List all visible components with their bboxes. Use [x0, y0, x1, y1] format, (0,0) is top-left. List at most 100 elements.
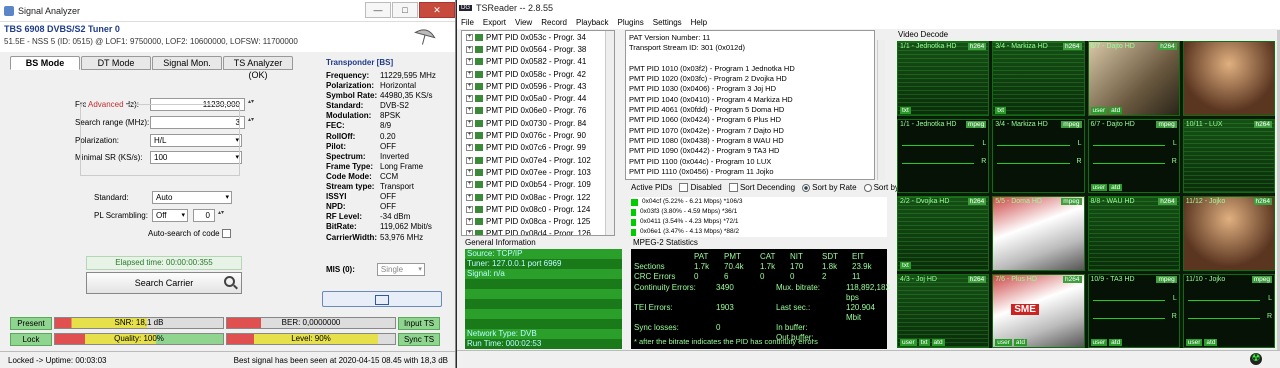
video-thumbnail[interactable]: 4/3 - Joj HD h264 user txt atd: [897, 273, 990, 348]
pid-tree-item[interactable]: + PMT PID 0x08ac - Progr. 122: [462, 191, 614, 203]
menu-view[interactable]: View: [515, 18, 532, 27]
menu-help[interactable]: Help: [691, 18, 707, 27]
expand-icon[interactable]: +: [466, 95, 473, 103]
expand-icon[interactable]: +: [466, 82, 473, 90]
pid-tree-item[interactable]: + PMT PID 0x0564 - Progr. 38: [462, 43, 614, 55]
expand-icon[interactable]: +: [466, 58, 473, 66]
pid-tree-scrollbar[interactable]: [605, 31, 614, 235]
active-pids-list: 0x04cf (5.22% - 6.21 Mbps) *106/3 0x03f3 …: [631, 197, 887, 237]
expand-icon[interactable]: +: [466, 156, 473, 164]
audio-waveform: [1092, 163, 1165, 164]
close-button[interactable]: ✕: [419, 2, 455, 18]
channel-name: 11/10 - Jojko: [1185, 275, 1226, 283]
sme-logo: SME: [1011, 303, 1039, 315]
pid-tree-item[interactable]: + PMT PID 0x076c - Progr. 90: [462, 129, 614, 141]
video-thumbnail[interactable]: 5/5 - Doma HD mpeg: [992, 196, 1085, 271]
expand-icon[interactable]: +: [466, 45, 473, 53]
video-thumbnail[interactable]: 1/1 - Jednotka HD mpeg L R: [897, 118, 990, 193]
codec-badge: h264: [967, 275, 987, 283]
pid-tree-item[interactable]: + PMT PID 0x058c - Progr. 42: [462, 68, 614, 80]
tab-signal-mon[interactable]: Signal Mon.: [152, 56, 222, 70]
menu-export[interactable]: Export: [483, 18, 506, 27]
expand-icon[interactable]: +: [466, 205, 473, 213]
mis-select[interactable]: Single ▾: [376, 263, 425, 276]
autosearch-checkbox[interactable]: [222, 229, 231, 238]
menu-playback[interactable]: Playback: [576, 18, 608, 27]
pid-tree-item[interactable]: + PMT PID 0x08ca - Progr. 125: [462, 215, 614, 227]
expand-icon[interactable]: +: [466, 119, 473, 127]
video-thumbnail[interactable]: 8/8 - WAU HD h264: [1087, 196, 1180, 271]
pmt-icon: [475, 70, 483, 78]
input-ts-indicator: Input TS: [398, 316, 440, 330]
transponder-value: CCM: [380, 171, 399, 181]
stream-tag: user: [995, 339, 1012, 346]
sort-by-rate-option[interactable]: Sort by Rate: [802, 183, 857, 192]
signal-analyzer-titlebar: Signal Analyzer — □ ✕: [0, 0, 455, 22]
menu-plugins[interactable]: Plugins: [617, 18, 643, 27]
video-thumbnail[interactable]: 11/10 - Jojko mpeg L Ruser atd: [1182, 273, 1275, 348]
video-thumbnail[interactable]: [1182, 41, 1275, 116]
video-thumbnail[interactable]: 3/4 - Markiza HD h264 txt: [992, 41, 1085, 116]
expand-icon[interactable]: +: [466, 193, 473, 201]
video-thumbnail[interactable]: 3/4 - Markiza HD mpeg L R: [992, 118, 1085, 193]
video-thumbnail[interactable]: 10/9 - TA3 HD mpeg L Ruser atd: [1087, 273, 1180, 348]
pid-tree-item[interactable]: + PMT PID 0x08d4 - Progr. 126: [462, 228, 614, 235]
maximize-button[interactable]: □: [392, 2, 418, 18]
active-pid-rate-bar: [631, 228, 636, 236]
video-thumbnail[interactable]: 6/7 - Dajto HD h264 user atd: [1087, 41, 1180, 116]
pid-tree-item[interactable]: + PMT PID 0x0596 - Progr. 43: [462, 80, 614, 92]
expand-icon[interactable]: +: [466, 181, 473, 189]
minimize-button[interactable]: —: [365, 2, 391, 18]
active-pid-row[interactable]: 0x06e1 (3.47% - 4.13 Mbps) *88/2: [631, 227, 887, 237]
menu-record[interactable]: Record: [541, 18, 567, 27]
tab-ts-analyzer[interactable]: TS Analyzer (OK): [223, 56, 293, 80]
pid-tree-item[interactable]: + PMT PID 0x08c0 - Progr. 124: [462, 203, 614, 215]
standard-select[interactable]: Auto ▾: [152, 191, 232, 204]
expand-icon[interactable]: +: [466, 144, 473, 152]
video-thumbnail[interactable]: 10/11 - LUX h264: [1182, 118, 1275, 193]
pl-scrambling-select[interactable]: Off ▾: [152, 209, 188, 222]
expand-icon[interactable]: +: [466, 218, 473, 226]
disabled-option[interactable]: Disabled: [679, 183, 722, 192]
pat-scrollbar[interactable]: [877, 40, 885, 180]
video-thumbnail[interactable]: 11/12 - Jojko h264: [1182, 196, 1275, 271]
pid-tree-item[interactable]: + PMT PID 0x053c - Progr. 34: [462, 31, 614, 43]
video-thumbnail[interactable]: 6/7 - Dajto HD mpeg L Ruser atd: [1087, 118, 1180, 193]
mpeg2-stat-cell: 0: [716, 323, 721, 332]
channel-name: 6/7 - Dajto HD: [1090, 120, 1135, 128]
transponder-table: Frequency: 11229,595 MHz Polarization: Hori…: [326, 71, 436, 243]
expand-icon[interactable]: +: [466, 168, 473, 176]
pid-tree-item[interactable]: + PMT PID 0x0b54 - Progr. 109: [462, 179, 614, 191]
tab-dt-mode[interactable]: DT Mode: [81, 56, 151, 70]
device-header: TBS 6908 DVBS/S2 Tuner 0 51.5E - NSS 5 (…: [0, 22, 455, 52]
pid-tree-item[interactable]: + PMT PID 0x05a0 - Progr. 44: [462, 92, 614, 104]
pl-code-input[interactable]: 0: [193, 209, 224, 222]
tab-bs-mode[interactable]: BS Mode: [10, 56, 80, 70]
video-thumbnail[interactable]: 2/2 - Dvojka HD h264 txt: [897, 196, 990, 271]
menu-settings[interactable]: Settings: [653, 18, 682, 27]
expand-icon[interactable]: +: [466, 70, 473, 78]
expand-icon[interactable]: +: [466, 230, 473, 235]
pid-tree-item[interactable]: + PMT PID 0x07c6 - Progr. 99: [462, 142, 614, 154]
pid-tree-item[interactable]: + PMT PID 0x0730 - Progr. 84: [462, 117, 614, 129]
pid-tree-item[interactable]: + PMT PID 0x07ee - Progr. 103: [462, 166, 614, 178]
expand-icon[interactable]: +: [466, 107, 473, 115]
display-toggle-button[interactable]: [322, 291, 442, 307]
video-thumbnail[interactable]: 1/1 - Jednotka HD h264 txt: [897, 41, 990, 116]
pat-line: PMT PID 4061 (0x0fdd) - Program 5 Doma H…: [629, 105, 785, 115]
pid-tree-item[interactable]: + PMT PID 0x06e0 - Progr. 76: [462, 105, 614, 117]
video-thumbnail[interactable]: 7/6 - Plus HD h264 SME user atd: [992, 273, 1085, 348]
active-pid-row[interactable]: 0x03f3 (3.80% - 4.59 Mbps) *36/1: [631, 207, 887, 217]
expand-icon[interactable]: +: [466, 33, 473, 41]
expand-icon[interactable]: +: [466, 132, 473, 140]
pat-line: PMT PID 1070 (0x042e) - Program 7 Dajto …: [629, 125, 784, 135]
channel-name: 10/9 - TA3 HD: [1090, 275, 1135, 283]
pid-tree-item[interactable]: + PMT PID 0x0582 - Progr. 41: [462, 56, 614, 68]
menu-file[interactable]: File: [461, 18, 474, 27]
pid-tree-item[interactable]: + PMT PID 0x07e4 - Progr. 102: [462, 154, 614, 166]
search-carrier-button[interactable]: Search Carrier: [86, 272, 242, 294]
active-pid-row[interactable]: 0x0411 (3.54% - 4.23 Mbps) *72/1: [631, 217, 887, 227]
active-pid-row[interactable]: 0x04cf (5.22% - 6.21 Mbps) *106/3: [631, 197, 887, 207]
sort-descending-option[interactable]: Sort Decending: [728, 183, 795, 192]
mpeg2-stat-cell: 120.904 Mbit: [846, 303, 875, 322]
